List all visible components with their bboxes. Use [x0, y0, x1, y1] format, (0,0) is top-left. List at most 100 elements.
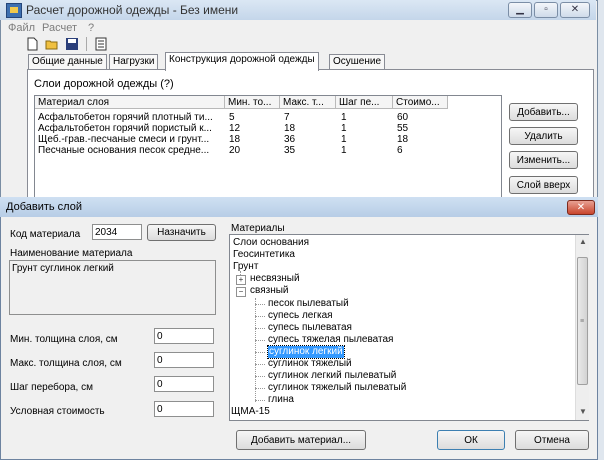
table-cell: 1: [341, 145, 347, 156]
new-file-icon[interactable]: [25, 37, 39, 51]
column-header-min[interactable]: Мин. то...: [225, 96, 280, 109]
add-layer-button[interactable]: Добавить...: [509, 103, 578, 121]
table-cell: 7: [284, 112, 290, 123]
menu-bar: Файл Расчет ?: [0, 20, 596, 36]
tree-item[interactable]: супесь тяжелая пылеватая: [268, 334, 393, 346]
edit-layer-button[interactable]: Изменить...: [509, 151, 578, 169]
material-code-input[interactable]: 2034: [92, 224, 142, 240]
material-name-field[interactable]: Грунт суглинок легкий: [9, 260, 216, 315]
main-window-title: Расчет дорожной одежды - Без имени: [26, 3, 239, 17]
scroll-down-icon[interactable]: ▼: [579, 407, 587, 416]
tree-item[interactable]: супесь пылеватая: [268, 322, 352, 334]
tab-pavement-structure[interactable]: Конструкция дорожной одежды: [165, 52, 319, 71]
max-thickness-input[interactable]: 0: [154, 352, 214, 368]
material-code-label: Код материала: [10, 229, 81, 240]
min-thickness-label: Мин. толщина слоя, см: [10, 334, 118, 345]
close-icon[interactable]: ✕: [560, 2, 590, 18]
cost-label: Условная стоимость: [10, 406, 105, 417]
tree-item[interactable]: Грунт: [233, 261, 258, 273]
tree-line: [255, 352, 265, 353]
min-thickness-input[interactable]: 0: [154, 328, 214, 344]
delete-layer-button[interactable]: Удалить: [509, 127, 578, 145]
table-cell: 5: [229, 112, 235, 123]
tree-item-selected[interactable]: суглинок легкий: [267, 345, 345, 359]
tree-item[interactable]: Слои основания: [233, 237, 309, 249]
table-cell: 18: [284, 123, 296, 134]
column-header-cost[interactable]: Стоимо...: [393, 96, 448, 109]
main-title-bar[interactable]: Расчет дорожной одежды - Без имени ▁ ▫ ✕: [0, 0, 596, 20]
tree-line: [255, 340, 265, 341]
dialog-close-icon[interactable]: ✕: [567, 200, 595, 215]
dialog-title-bar[interactable]: Добавить слой: [0, 197, 598, 217]
assign-button[interactable]: Назначить: [147, 224, 216, 241]
tree-item[interactable]: глина: [268, 394, 294, 406]
cancel-button[interactable]: Отмена: [515, 430, 589, 450]
tree-item[interactable]: ЩМА-15: [231, 406, 270, 418]
minimize-icon[interactable]: ▁: [508, 2, 532, 18]
tree-item[interactable]: суглинок тяжелый: [268, 358, 352, 370]
ok-button[interactable]: ОК: [437, 430, 505, 450]
tree-item[interactable]: суглинок легкий пылеватый: [268, 370, 396, 382]
tree-line: [255, 364, 265, 365]
report-icon[interactable]: [94, 37, 108, 51]
column-header-step[interactable]: Шаг пе...: [336, 96, 393, 109]
toolbar-separator: [86, 37, 87, 51]
step-input[interactable]: 0: [154, 376, 214, 392]
tree-item[interactable]: супесь легкая: [268, 310, 333, 322]
table-row[interactable]: Асфальтобетон горячий пористый к...: [38, 123, 224, 134]
material-name-value: Грунт суглинок легкий: [12, 263, 114, 274]
tree-item[interactable]: суглинок тяжелый пылеватый: [268, 382, 406, 394]
material-name-label: Наименование материала: [10, 248, 133, 259]
table-cell: 1: [341, 134, 347, 145]
tree-item[interactable]: несвязный: [250, 273, 300, 285]
save-icon[interactable]: [65, 37, 79, 51]
dialog-title: Добавить слой: [6, 201, 82, 213]
tree-line: [255, 400, 265, 401]
scroll-up-icon[interactable]: ▲: [579, 237, 587, 246]
tree-item[interactable]: связный: [250, 285, 289, 297]
column-header-max[interactable]: Макс. т...: [280, 96, 336, 109]
layers-label: Слои дорожной одежды (?): [34, 78, 174, 90]
tree-line: [255, 304, 265, 305]
max-thickness-label: Макс. толщина слоя, см: [10, 358, 122, 369]
table-row[interactable]: Песчаные основания песок средне...: [38, 145, 224, 156]
table-cell: 20: [229, 145, 241, 156]
expand-icon[interactable]: +: [236, 275, 246, 285]
add-material-button[interactable]: Добавить материал...: [236, 430, 366, 450]
grip-icon: ≡: [580, 318, 585, 325]
table-row[interactable]: Щеб.-грав.-песчаные смеси и грунт...: [38, 134, 224, 145]
app-icon: [6, 3, 22, 18]
column-header-material[interactable]: Материал слоя: [35, 96, 225, 109]
step-label: Шаг перебора, см: [10, 382, 93, 393]
tree-line: [255, 376, 265, 377]
table-cell: 35: [284, 145, 296, 156]
table-cell: 60: [397, 112, 409, 123]
tree-item[interactable]: Геосинтетика: [233, 249, 295, 261]
table-cell: 18: [397, 134, 409, 145]
table-cell: 1: [341, 123, 347, 134]
move-layer-up-button[interactable]: Слой вверх: [509, 176, 578, 194]
open-folder-icon[interactable]: [45, 37, 59, 51]
table-cell: 6: [397, 145, 403, 156]
collapse-icon[interactable]: −: [236, 287, 246, 297]
table-cell: 36: [284, 134, 296, 145]
tab-loads[interactable]: Нагрузки: [109, 54, 159, 70]
tree-line: [255, 316, 265, 317]
menu-help[interactable]: ?: [88, 22, 94, 34]
menu-calculation[interactable]: Расчет: [42, 22, 77, 34]
cost-input[interactable]: 0: [154, 401, 214, 417]
scrollbar-thumb[interactable]: ≡: [577, 257, 588, 385]
table-cell: 18: [229, 134, 241, 145]
table-cell: 55: [397, 123, 409, 134]
tree-item[interactable]: песок пылеватый: [268, 298, 349, 310]
table-cell: 1: [341, 112, 347, 123]
tree-line: [255, 388, 265, 389]
tab-general-data[interactable]: Общие данные: [28, 54, 107, 70]
menu-file[interactable]: Файл: [8, 22, 35, 34]
tree-line: [255, 298, 256, 402]
maximize-icon[interactable]: ▫: [534, 2, 558, 18]
materials-label: Материалы: [231, 223, 285, 234]
tab-drainage[interactable]: Осушение: [329, 54, 386, 70]
materials-scrollbar[interactable]: ▲ ≡ ▼: [575, 235, 589, 420]
table-row[interactable]: Асфальтобетон горячий плотный ти...: [38, 112, 224, 123]
